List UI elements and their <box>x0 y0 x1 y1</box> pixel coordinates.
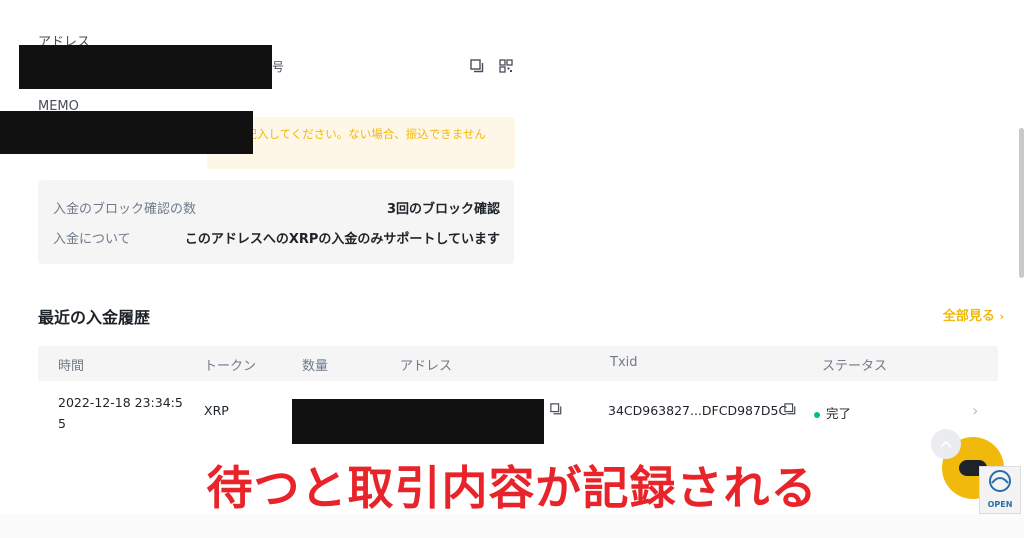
open-badge: OPEN <box>979 466 1021 514</box>
open-badge-label: OPEN <box>987 500 1013 509</box>
qr-code-icon[interactable] <box>498 58 514 74</box>
chevron-right-icon[interactable]: › <box>972 401 978 420</box>
copy-icon[interactable] <box>782 401 798 417</box>
col-time: 時間 <box>58 359 85 374</box>
deposit-info-box: 入金のブロック確認の数 3回のブロック確認 入金について このアドレスへのXRP… <box>38 180 514 264</box>
col-address: アドレス <box>400 359 453 374</box>
copy-icon[interactable] <box>469 58 485 74</box>
scroll-to-top-button[interactable] <box>931 429 961 459</box>
history-table-header: 時間 トークン 数量 アドレス Txid ステータス <box>38 346 998 381</box>
overlay-caption: 待つと取引内容が記録される <box>206 461 818 515</box>
redacted-amount-address <box>292 399 544 444</box>
info-key: 入金について <box>53 232 131 247</box>
open-logo-icon <box>989 470 1011 492</box>
redacted-memo <box>0 111 253 154</box>
row-status-label: 完了 <box>826 406 852 421</box>
row-status: 完了 <box>814 403 851 422</box>
col-status: ステータス <box>822 359 888 374</box>
col-amount: 数量 <box>302 359 329 374</box>
info-value: 3回のブロック確認 <box>386 202 500 217</box>
row-txid: 34CD963827...DFCD987D5C <box>608 403 788 418</box>
page-bottom-strip <box>0 514 1024 538</box>
info-value: このアドレスへのXRPの入金のみサポートしています <box>184 232 500 247</box>
col-txid: Txid <box>610 355 638 370</box>
chevron-right-icon: › <box>999 310 1004 323</box>
row-time: 2022-12-18 23:34:5 5 <box>58 392 183 434</box>
memo-warning-text: MOを記入してください。ない場合、振込できません <box>215 127 486 141</box>
scrollbar[interactable] <box>1019 128 1024 278</box>
address-value-tail: 号 <box>272 60 285 74</box>
redacted-address <box>19 45 272 89</box>
col-token: トークン <box>204 359 257 374</box>
table-row[interactable]: 2022-12-18 23:34:5 5 XRP 34CD963827...DF… <box>38 381 998 444</box>
row-time-line2: 5 <box>58 416 66 431</box>
view-all-link[interactable]: 全部見る › <box>943 305 1004 324</box>
history-title: 最近の入金履歴 <box>38 308 151 327</box>
info-key: 入金のブロック確認の数 <box>53 202 197 217</box>
row-token: XRP <box>204 403 229 418</box>
row-time-line1: 2022-12-18 23:34:5 <box>58 395 183 410</box>
memo-warning: MOを記入してください。ない場合、振込できません <box>207 117 515 169</box>
status-dot-icon <box>814 411 820 418</box>
copy-icon[interactable] <box>548 401 564 417</box>
chevron-up-icon <box>940 440 952 448</box>
view-all-label: 全部見る <box>942 309 995 324</box>
